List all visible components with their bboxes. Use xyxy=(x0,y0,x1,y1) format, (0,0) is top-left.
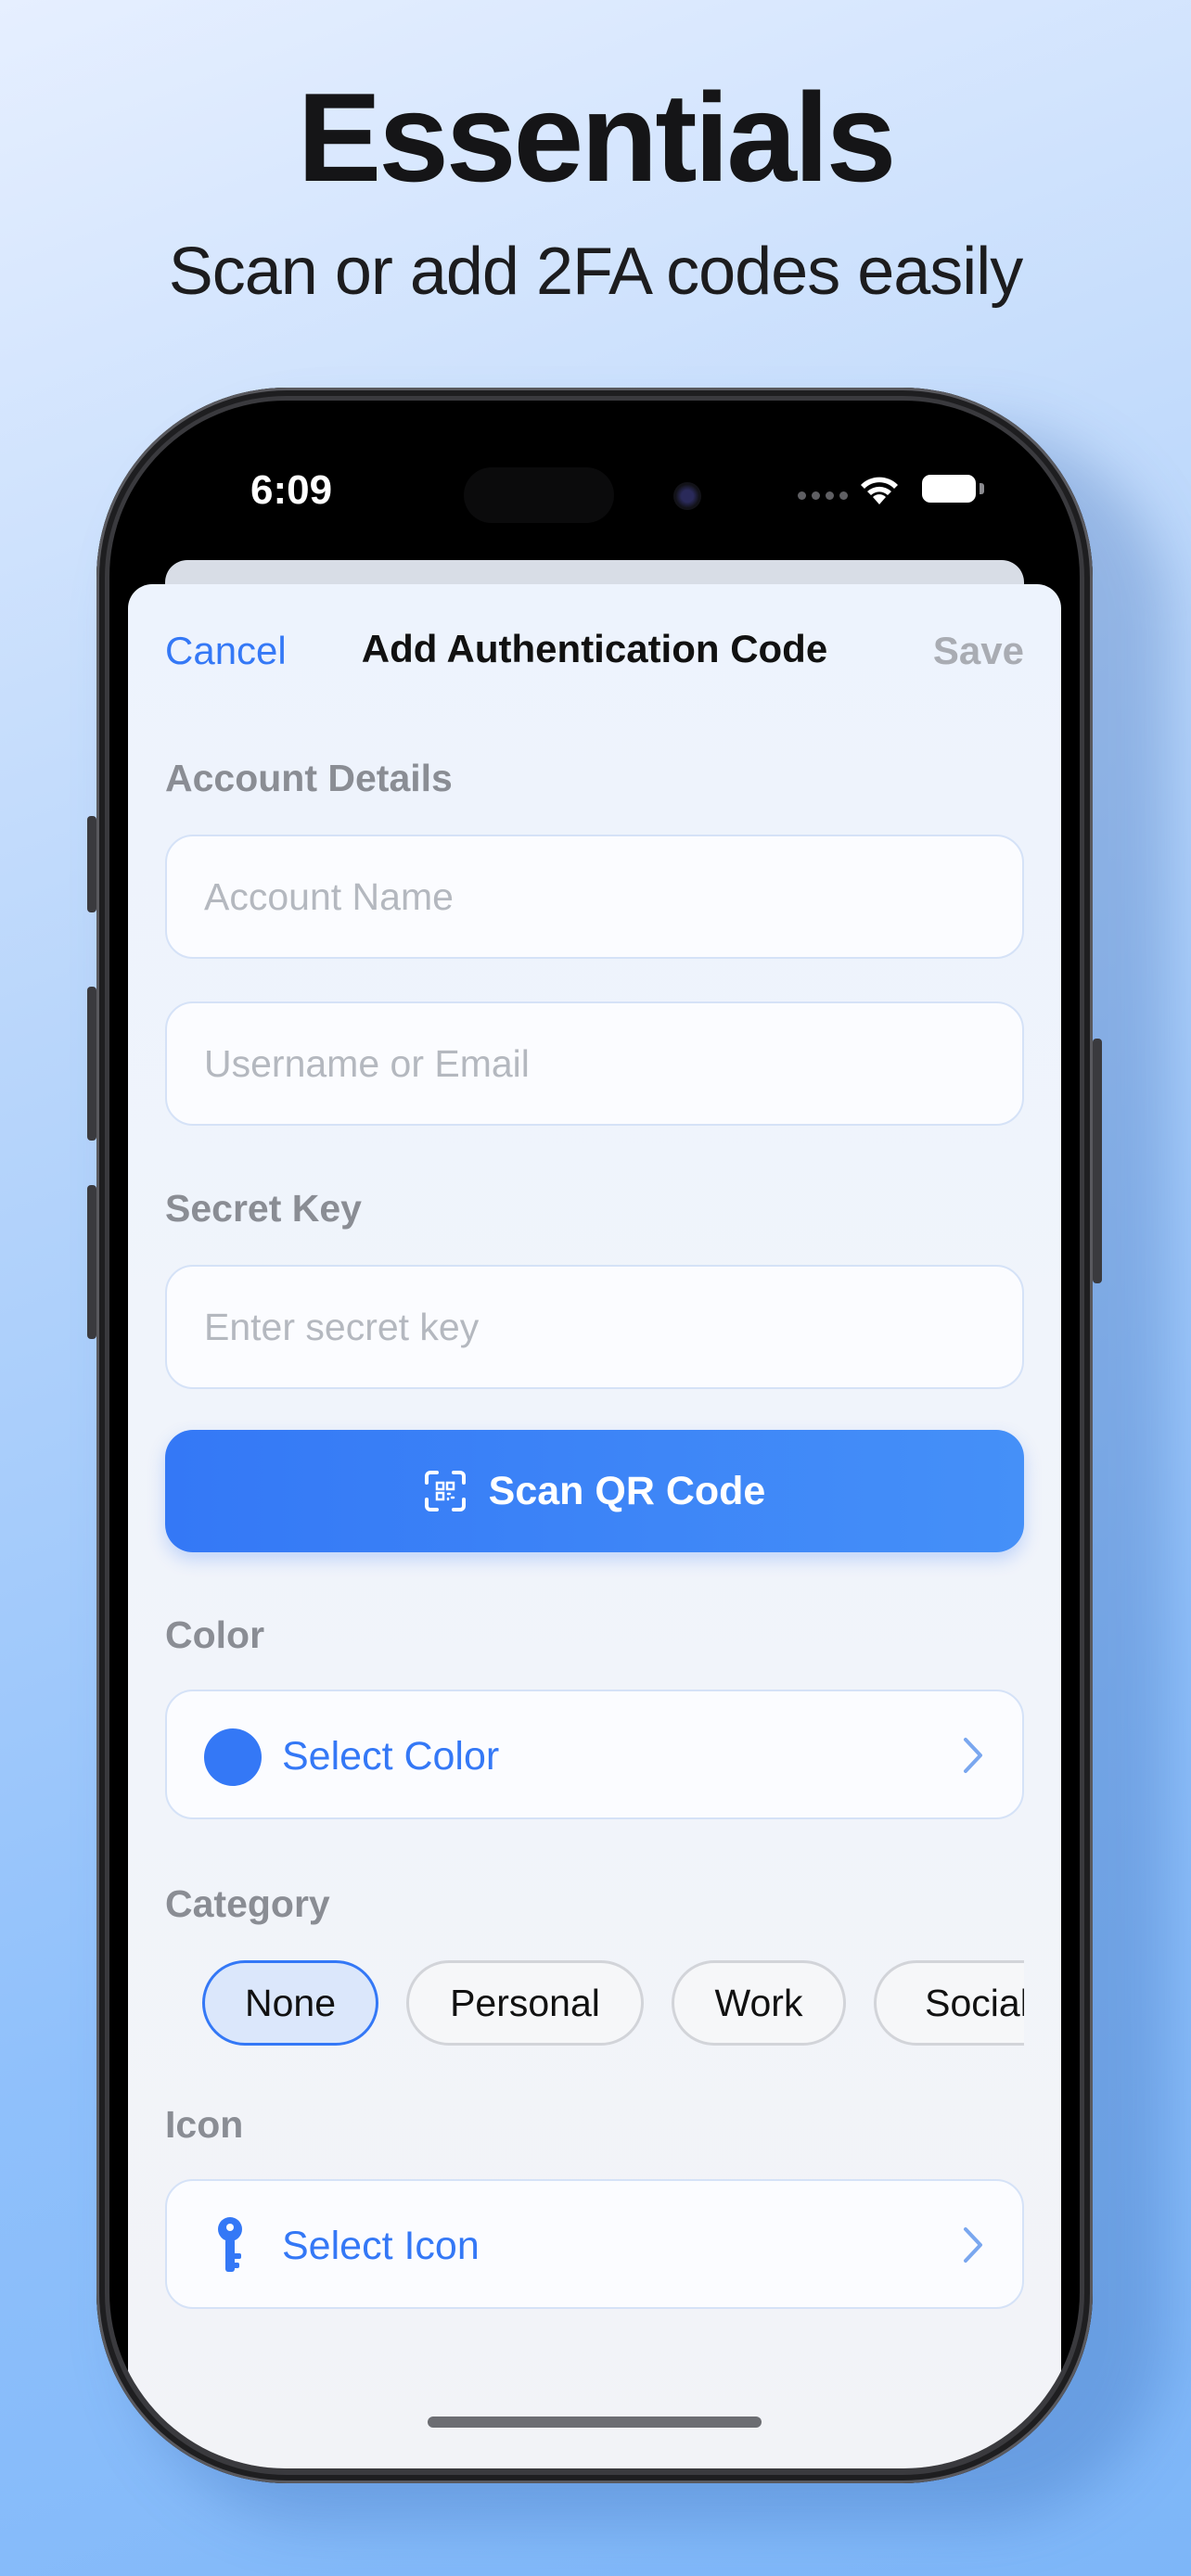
key-icon xyxy=(218,2217,242,2272)
scan-qr-label: Scan QR Code xyxy=(488,1468,766,1513)
username-field[interactable]: Username or Email xyxy=(165,1001,1024,1126)
secret-key-field[interactable]: Enter secret key xyxy=(165,1265,1024,1389)
select-icon-row[interactable]: Select Icon xyxy=(165,2179,1024,2309)
cancel-button[interactable]: Cancel xyxy=(165,629,287,673)
chevron-right-icon xyxy=(964,2227,982,2263)
color-swatch xyxy=(204,1728,262,1786)
dynamic-island xyxy=(464,467,614,523)
status-time: 6:09 xyxy=(250,467,333,513)
battery-icon xyxy=(922,475,976,503)
select-color-label: Select Color xyxy=(282,1734,500,1779)
account-name-field[interactable]: Account Name xyxy=(165,835,1024,959)
category-chip-social[interactable]: Social xyxy=(874,1960,1024,2046)
icon-label: Icon xyxy=(165,2103,244,2146)
power-button xyxy=(1093,1039,1102,1283)
secret-key-placeholder: Enter secret key xyxy=(204,1306,480,1348)
add-code-sheet: Add Authentication Code Cancel Save Acco… xyxy=(128,584,1061,2468)
category-chip-personal[interactable]: Personal xyxy=(406,1960,644,2046)
promo-headline: Essentials xyxy=(297,67,897,208)
action-button xyxy=(87,816,96,912)
color-label: Color xyxy=(165,1613,265,1656)
phone-screen: 6:09 Add Authentication Code Cancel Save… xyxy=(109,401,1080,2468)
qr-scan-icon xyxy=(424,1471,466,1511)
cellular-signal-icon xyxy=(798,491,848,500)
save-button[interactable]: Save xyxy=(933,629,1024,673)
category-chip-none[interactable]: None xyxy=(202,1960,378,2046)
select-color-row[interactable]: Select Color xyxy=(165,1690,1024,1819)
account-details-label: Account Details xyxy=(165,757,453,799)
username-placeholder: Username or Email xyxy=(204,1042,530,1085)
select-icon-label: Select Icon xyxy=(282,2224,480,2268)
account-name-placeholder: Account Name xyxy=(204,875,454,918)
category-chips: None Personal Work Social xyxy=(202,1960,1024,2053)
category-label: Category xyxy=(165,1882,330,1925)
volume-down-button xyxy=(87,1185,96,1339)
promo-subheadline: Scan or add 2FA codes easily xyxy=(168,235,1024,309)
scan-qr-button[interactable]: Scan QR Code xyxy=(165,1430,1024,1552)
category-chip-work[interactable]: Work xyxy=(672,1960,846,2046)
secret-key-label: Secret Key xyxy=(165,1187,362,1230)
home-indicator[interactable] xyxy=(428,2417,762,2428)
camera-icon xyxy=(673,482,701,510)
volume-up-button xyxy=(87,987,96,1141)
chevron-right-icon xyxy=(964,1738,982,1773)
wifi-icon xyxy=(861,477,898,504)
battery-cap xyxy=(980,483,984,494)
